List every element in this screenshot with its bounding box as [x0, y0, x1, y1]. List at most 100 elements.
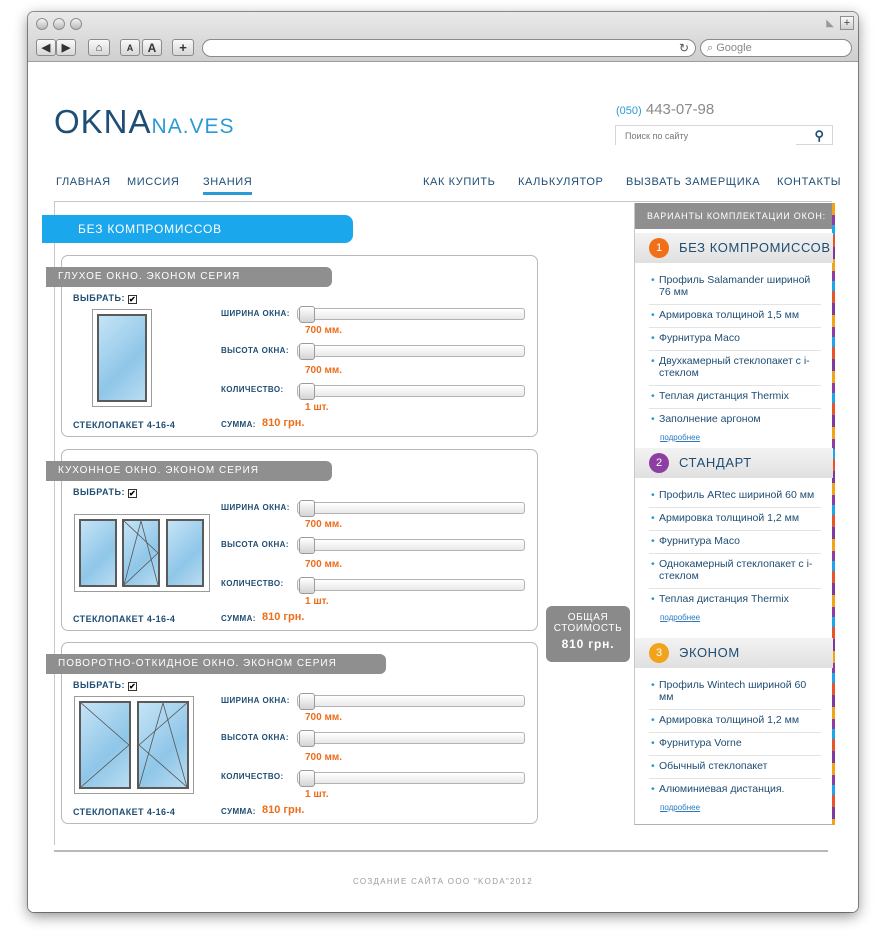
list-item: Теплая дистанция Thermix	[649, 386, 821, 409]
nav-home[interactable]: ГЛАВНАЯ	[56, 176, 111, 188]
package-list-standard: Профиль ARtec шириной 60 мм Армировка то…	[649, 485, 821, 622]
window-card-kitchen: КУХОННОЕ ОКНО. ЭКОНОМ СЕРИЯ ВЫБРАТЬ: ✔ ШИ…	[46, 449, 538, 631]
nav-contacts[interactable]: КОНТАКТЫ	[777, 176, 841, 188]
width-label: ШИРИНА ОКНА:	[221, 309, 290, 318]
color-stripes	[832, 203, 835, 825]
sum-label: СУММА:	[221, 807, 256, 816]
select-checkbox[interactable]: ✔	[128, 295, 138, 304]
browser-window: ◣ + ◀ ▶ ⌂ A A + ↻ ⌕ Google OKNANA.VES (0…	[28, 12, 858, 912]
package-header-economy[interactable]: 3 ЭКОНОМ	[635, 638, 833, 668]
site-search-input[interactable]	[616, 127, 796, 145]
total-label-line1: ОБЩАЯ	[567, 612, 609, 623]
slider-handle[interactable]	[299, 577, 315, 594]
height-slider[interactable]	[297, 537, 525, 554]
height-value: 700 мм.	[305, 365, 343, 376]
new-tab-button[interactable]: +	[840, 16, 854, 30]
text-smaller-button[interactable]: A	[120, 39, 140, 56]
back-button[interactable]: ◀	[36, 39, 56, 56]
quantity-slider[interactable]	[297, 383, 525, 400]
slider-handle[interactable]	[299, 537, 315, 554]
forward-arrow-icon: ▶	[61, 42, 71, 54]
slider-handle[interactable]	[299, 693, 315, 710]
more-link[interactable]: подробнее	[660, 613, 821, 622]
select-label-text: ВЫБРАТЬ:	[73, 293, 126, 303]
close-window-button[interactable]	[36, 18, 48, 30]
forward-button[interactable]: ▶	[56, 39, 76, 56]
list-item: Армировка толщиной 1,2 мм	[649, 710, 821, 733]
height-label: ВЫСОТА ОКНА:	[221, 733, 289, 742]
slider-handle[interactable]	[299, 306, 315, 323]
height-slider[interactable]	[297, 730, 525, 747]
browser-search-placeholder: Google	[716, 42, 752, 54]
site-logo[interactable]: OKNANA.VES	[54, 103, 235, 141]
select-checkbox[interactable]: ✔	[128, 489, 138, 498]
reload-icon[interactable]: ↻	[679, 41, 689, 55]
glass-label: СТЕКЛОПАКЕТ 4-16-4	[73, 807, 176, 817]
select-label: ВЫБРАТЬ: ✔	[73, 487, 138, 498]
list-item: Профиль Salamander шириной 76 мм	[649, 270, 821, 305]
width-label: ШИРИНА ОКНА:	[221, 503, 290, 512]
address-bar[interactable]: ↻	[202, 39, 696, 57]
zoom-window-button[interactable]	[70, 18, 82, 30]
text-bigger-button[interactable]: A	[142, 39, 162, 56]
height-slider[interactable]	[297, 343, 525, 360]
sum-label: СУММА:	[221, 420, 256, 429]
window-pane-tilt-turn	[137, 701, 189, 789]
sum-value: 810 грн.	[262, 417, 305, 429]
slider-handle[interactable]	[299, 730, 315, 747]
width-value: 700 мм.	[305, 712, 343, 723]
package-header-premium[interactable]: 1 БЕЗ КОМПРОМИССОВ	[635, 233, 833, 263]
window-pane	[166, 519, 204, 587]
total-value: 810 грн.	[561, 637, 615, 651]
search-icon[interactable]: ⚲	[814, 128, 824, 144]
package-header-standard[interactable]: 2 СТАНДАРТ	[635, 448, 833, 478]
nav-how-to-buy[interactable]: КАК КУПИТЬ	[423, 176, 495, 188]
window-image	[92, 309, 152, 407]
list-item: Армировка толщиной 1,2 мм	[649, 508, 821, 531]
window-image	[74, 696, 194, 794]
select-label: ВЫБРАТЬ: ✔	[73, 293, 138, 304]
package-name: БЕЗ КОМПРОМИССОВ	[679, 240, 831, 255]
nav-calculator[interactable]: КАЛЬКУЛЯТОР	[518, 176, 603, 188]
glass-label: СТЕКЛОПАКЕТ 4-16-4	[73, 614, 176, 624]
width-slider[interactable]	[297, 693, 525, 710]
glass-label: СТЕКЛОПАКЕТ 4-16-4	[73, 420, 176, 430]
quantity-label: КОЛИЧЕСТВО:	[221, 385, 284, 394]
home-button[interactable]: ⌂	[88, 39, 110, 56]
width-slider[interactable]	[297, 306, 525, 323]
slider-handle[interactable]	[299, 343, 315, 360]
package-tab[interactable]: БЕЗ КОМПРОМИССОВ	[38, 215, 353, 247]
window-pane	[97, 314, 147, 402]
nav-knowledge[interactable]: ЗНАНИЯ	[203, 176, 253, 195]
card-title: ПОВОРОТНО-ОТКИДНОЕ ОКНО. ЭКОНОМ СЕРИЯ	[46, 654, 400, 674]
package-name: СТАНДАРТ	[679, 455, 752, 470]
quantity-slider[interactable]	[297, 770, 525, 787]
add-bookmark-button[interactable]: +	[172, 39, 194, 56]
footer-divider	[54, 850, 828, 854]
quantity-slider[interactable]	[297, 577, 525, 594]
minimize-window-button[interactable]	[53, 18, 65, 30]
package-number: 2	[649, 453, 669, 473]
browser-search-field[interactable]: ⌕ Google	[700, 39, 852, 57]
browser-toolbar: ◣ + ◀ ▶ ⌂ A A + ↻ ⌕ Google	[28, 12, 858, 62]
nav-mission[interactable]: МИССИЯ	[127, 176, 179, 188]
package-name: ЭКОНОМ	[679, 645, 740, 660]
slider-handle[interactable]	[299, 383, 315, 400]
slider-handle[interactable]	[299, 500, 315, 517]
list-item: Заполнение аргоном	[649, 409, 821, 431]
more-link[interactable]: подробнее	[660, 433, 821, 442]
width-slider[interactable]	[297, 500, 525, 517]
package-list-economy: Профиль Wintech шириной 60 мм Армировка …	[649, 675, 821, 812]
height-value: 700 мм.	[305, 559, 343, 570]
sum-value: 810 грн.	[262, 804, 305, 816]
list-item: Фурнитура Maco	[649, 328, 821, 351]
list-item: Фурнитура Vorne	[649, 733, 821, 756]
list-item: Однокамерный стеклопакет с i-стеклом	[649, 554, 821, 589]
window-pane-turn	[79, 701, 131, 789]
tilt-lines-icon	[80, 702, 130, 788]
card-title: ГЛУХОЕ ОКНО. ЭКОНОМ СЕРИЯ	[46, 267, 346, 287]
more-link[interactable]: подробнее	[660, 803, 821, 812]
nav-call-measurer[interactable]: ВЫЗВАТЬ ЗАМЕРЩИКА	[626, 176, 760, 188]
slider-handle[interactable]	[299, 770, 315, 787]
select-checkbox[interactable]: ✔	[128, 682, 138, 691]
